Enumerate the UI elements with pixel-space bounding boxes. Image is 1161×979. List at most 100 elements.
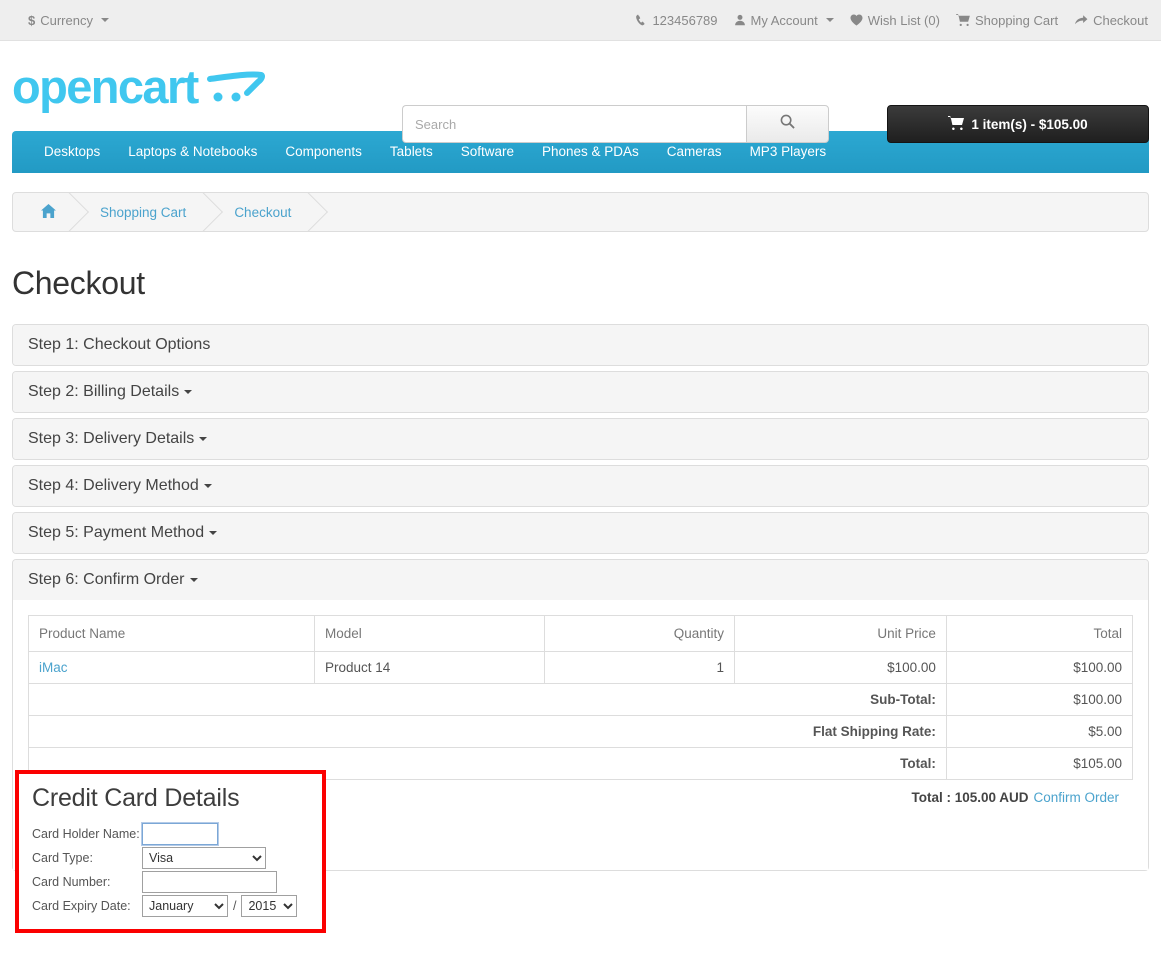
caret-down-icon xyxy=(184,389,193,394)
expiry-separator: / xyxy=(233,898,237,913)
order-table-foot: Sub-Total: $100.00 Flat Shipping Rate: $… xyxy=(28,683,1134,780)
currency-selector[interactable]: $ Currency xyxy=(28,13,109,28)
card-number-row: Card Number: xyxy=(32,870,322,893)
breadcrumb-checkout[interactable]: Checkout xyxy=(208,193,313,231)
search-input[interactable] xyxy=(402,105,746,143)
breadcrumb-shopping-cart[interactable]: Shopping Cart xyxy=(74,193,208,231)
order-summary-table: Product Name Model Quantity Unit Price T… xyxy=(28,615,1134,780)
label-flat-shipping-rate: Flat Shipping Rate: xyxy=(28,715,947,748)
arrow-forward-icon xyxy=(1074,14,1088,26)
home-icon xyxy=(41,203,56,221)
card-type-label: Card Type: xyxy=(32,850,93,865)
card-expiry-month-select[interactable]: January xyxy=(142,894,228,917)
phone-number: 123456789 xyxy=(652,12,718,28)
card-type-row: Card Type: Visa xyxy=(32,846,322,869)
col-product-name: Product Name xyxy=(28,615,315,652)
phone-link[interactable]: 123456789 xyxy=(635,12,718,28)
credit-card-details-title: Credit Card Details xyxy=(32,784,240,812)
wish-list-link[interactable]: Wish List (0) xyxy=(850,13,940,28)
credit-card-details-highlight: Credit Card Details Card Holder Name: Ca… xyxy=(15,770,326,933)
label-sub-total: Sub-Total: xyxy=(28,683,947,716)
caret-down-icon xyxy=(189,577,198,582)
panel-step-1-heading[interactable]: Step 1: Checkout Options xyxy=(13,325,1148,365)
card-expiry-year-select[interactable]: 2015 xyxy=(241,894,298,917)
col-unit-price: Unit Price xyxy=(733,615,947,652)
top-bar-left: $ Currency xyxy=(28,13,109,28)
page-title: Checkout xyxy=(12,265,145,301)
value-sub-total: $100.00 xyxy=(945,683,1134,716)
currency-label: Currency xyxy=(40,12,93,28)
nav-item-laptops-notebooks[interactable]: Laptops & Notebooks xyxy=(114,131,271,173)
table-row: iMac Product 14 1 $100.00 $100.00 xyxy=(28,651,1134,684)
panel-step-4-heading[interactable]: Step 4: Delivery Method xyxy=(13,466,1148,506)
card-number-input[interactable] xyxy=(142,870,277,893)
order-table-header-row: Product Name Model Quantity Unit Price T… xyxy=(28,615,1134,652)
my-account-link[interactable]: My Account xyxy=(734,13,834,28)
card-holder-name-label: Card Holder Name: xyxy=(32,826,140,841)
panel-step-4-title: Step 4: Delivery Method xyxy=(28,477,199,494)
panel-step-1-title: Step 1: Checkout Options xyxy=(28,336,211,353)
panel-step-2: Step 2: Billing Details xyxy=(12,371,1149,413)
search-icon xyxy=(780,114,795,134)
panel-step-3: Step 3: Delivery Details xyxy=(12,418,1149,460)
order-table-head: Product Name Model Quantity Unit Price T… xyxy=(28,615,1134,652)
card-holder-name-row: Card Holder Name: xyxy=(32,821,322,846)
col-total: Total xyxy=(945,615,1134,652)
cart-total-button[interactable]: 1 item(s) - $105.00 xyxy=(887,105,1149,143)
totals-row-flat-shipping-rate: Flat Shipping Rate: $5.00 xyxy=(28,715,1134,748)
site-header: opencart 1 item(s) - $105.00 xyxy=(0,41,1161,143)
checkout-link[interactable]: Checkout xyxy=(1074,13,1148,28)
panel-step-5-title: Step 5: Payment Method xyxy=(28,524,205,541)
caret-down-icon xyxy=(825,18,834,22)
user-icon xyxy=(734,14,746,26)
panel-step-4: Step 4: Delivery Method xyxy=(12,465,1149,507)
top-bar-right: 123456789 My Account Wish List (0) Shopp… xyxy=(635,13,1148,28)
panel-step-1: Step 1: Checkout Options xyxy=(12,324,1149,366)
breadcrumb: Shopping Cart Checkout xyxy=(12,192,1149,232)
logo-text: opencart xyxy=(12,59,199,113)
nav-item-desktops[interactable]: Desktops xyxy=(30,131,114,173)
panel-step-5: Step 5: Payment Method xyxy=(12,512,1149,554)
card-number-label: Card Number: xyxy=(32,874,111,889)
panel-step-6-heading[interactable]: Step 6: Confirm Order xyxy=(13,560,1148,600)
panel-step-5-heading[interactable]: Step 5: Payment Method xyxy=(13,513,1148,553)
order-table-body: iMac Product 14 1 $100.00 $100.00 xyxy=(28,651,1134,684)
shopping-cart-label: Shopping Cart xyxy=(974,12,1059,28)
col-quantity: Quantity xyxy=(543,615,735,652)
card-expiry-date-row: Card Expiry Date: January / 2015 xyxy=(32,894,322,917)
cart-total-label: 1 item(s) - $105.00 xyxy=(971,116,1088,132)
cell-product-name: iMac xyxy=(28,651,315,684)
value-flat-shipping-rate: $5.00 xyxy=(945,715,1134,748)
caret-down-icon xyxy=(203,483,212,488)
card-holder-name-input[interactable] xyxy=(141,821,219,846)
col-model: Model xyxy=(313,615,545,652)
panel-step-2-title: Step 2: Billing Details xyxy=(28,383,180,400)
product-link-imac[interactable]: iMac xyxy=(39,660,68,675)
card-expiry-date-label: Card Expiry Date: xyxy=(32,898,131,913)
panel-step-3-title: Step 3: Delivery Details xyxy=(28,430,195,447)
logo-cart-icon xyxy=(205,63,265,109)
cell-unit-price: $100.00 xyxy=(733,651,947,684)
confirm-total-label: Total : 105.00 AUD xyxy=(911,790,1029,805)
search-button[interactable] xyxy=(746,105,829,143)
nav-item-components[interactable]: Components xyxy=(271,131,376,173)
logo[interactable]: opencart xyxy=(12,63,265,110)
breadcrumb-home[interactable] xyxy=(13,193,74,231)
cart-icon xyxy=(948,115,965,133)
card-type-select[interactable]: Visa xyxy=(142,846,266,869)
wish-list-label: Wish List (0) xyxy=(867,12,940,28)
panel-step-3-heading[interactable]: Step 3: Delivery Details xyxy=(13,419,1148,459)
cell-quantity: 1 xyxy=(543,651,735,684)
cart-icon xyxy=(956,14,970,26)
cell-total: $100.00 xyxy=(945,651,1134,684)
caret-down-icon xyxy=(100,18,109,22)
totals-row-sub-total: Sub-Total: $100.00 xyxy=(28,683,1134,716)
heart-icon xyxy=(850,14,863,26)
shopping-cart-link[interactable]: Shopping Cart xyxy=(956,13,1058,28)
caret-down-icon xyxy=(199,436,208,441)
panel-step-2-heading[interactable]: Step 2: Billing Details xyxy=(13,372,1148,412)
checkout-label: Checkout xyxy=(1093,12,1148,28)
confirm-order-button[interactable]: Confirm Order xyxy=(1033,790,1119,805)
currency-symbol: $ xyxy=(28,12,36,28)
phone-icon xyxy=(635,14,647,26)
